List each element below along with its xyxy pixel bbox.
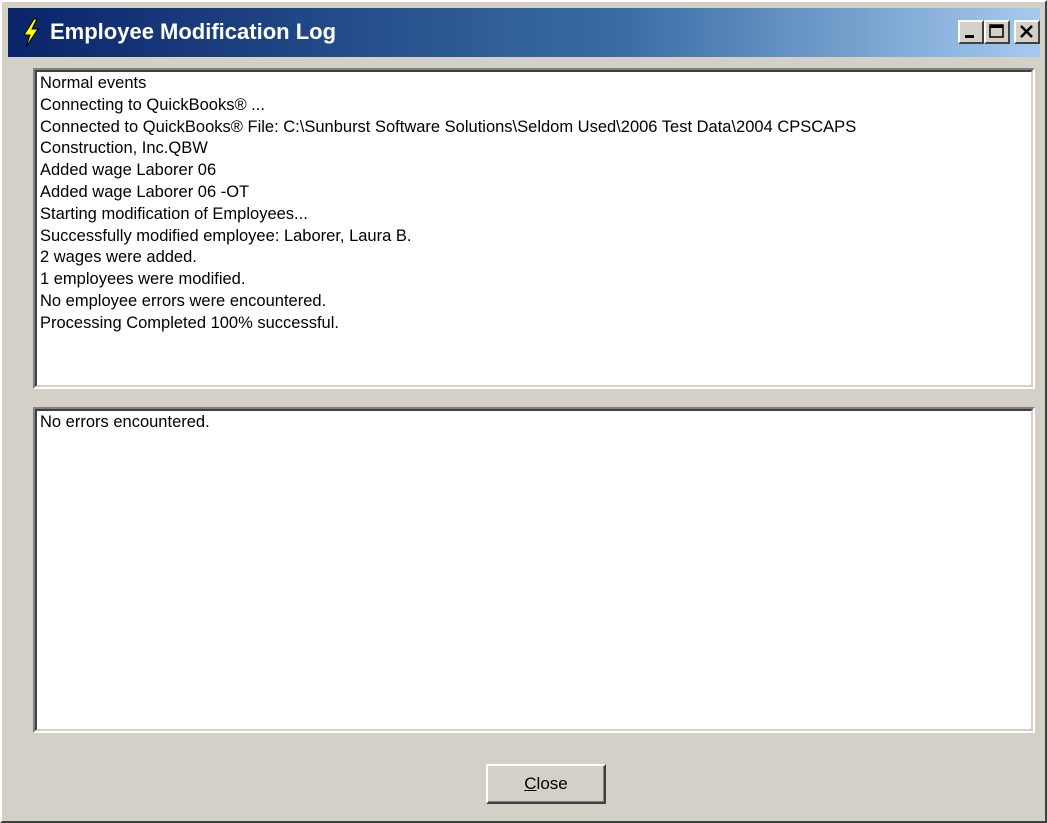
minimize-icon <box>965 35 974 38</box>
log-line: 1 employees were modified. <box>40 270 246 289</box>
employee-modification-log-window: Employee Modification Log Normal events C… <box>0 0 1047 823</box>
title-bar[interactable]: Employee Modification Log <box>8 8 1040 57</box>
log-line: Starting modification of Employees... <box>40 204 308 223</box>
log-line: Connected to QuickBooks® File: C:\Sunbur… <box>40 117 857 136</box>
log-line: No errors encountered. <box>40 413 210 431</box>
log-line: Added wage Laborer 06 <box>40 161 217 180</box>
lightning-icon <box>23 18 39 48</box>
window-title: Employee Modification Log <box>50 19 337 44</box>
log-line: Processing Completed 100% successful. <box>40 313 339 332</box>
close-window-button[interactable] <box>1014 20 1040 44</box>
maximize-button[interactable] <box>984 20 1010 44</box>
log-line: Added wage Laborer 06 -OT <box>40 182 250 201</box>
error-log-text: No errors encountered. <box>35 409 1033 731</box>
maximize-icon <box>989 24 1004 38</box>
event-log-memo[interactable]: Normal events Connecting to QuickBooks® .… <box>33 68 1035 389</box>
close-button[interactable]: Close <box>486 764 606 804</box>
error-log-memo[interactable]: No errors encountered. <box>33 407 1035 733</box>
log-line: Connecting to QuickBooks® ... <box>40 95 265 114</box>
button-bevel <box>488 766 604 802</box>
log-line: Construction, Inc.QBW <box>40 139 208 158</box>
log-line: 2 wages were added. <box>40 248 197 267</box>
log-line: No employee errors were encountered. <box>40 291 327 310</box>
minimize-button[interactable] <box>958 20 984 44</box>
log-line: Successfully modified employee: Laborer,… <box>40 226 412 245</box>
log-line: Normal events <box>40 74 147 92</box>
event-log-text: Normal events Connecting to QuickBooks® .… <box>35 70 1033 387</box>
close-icon <box>1020 25 1033 38</box>
